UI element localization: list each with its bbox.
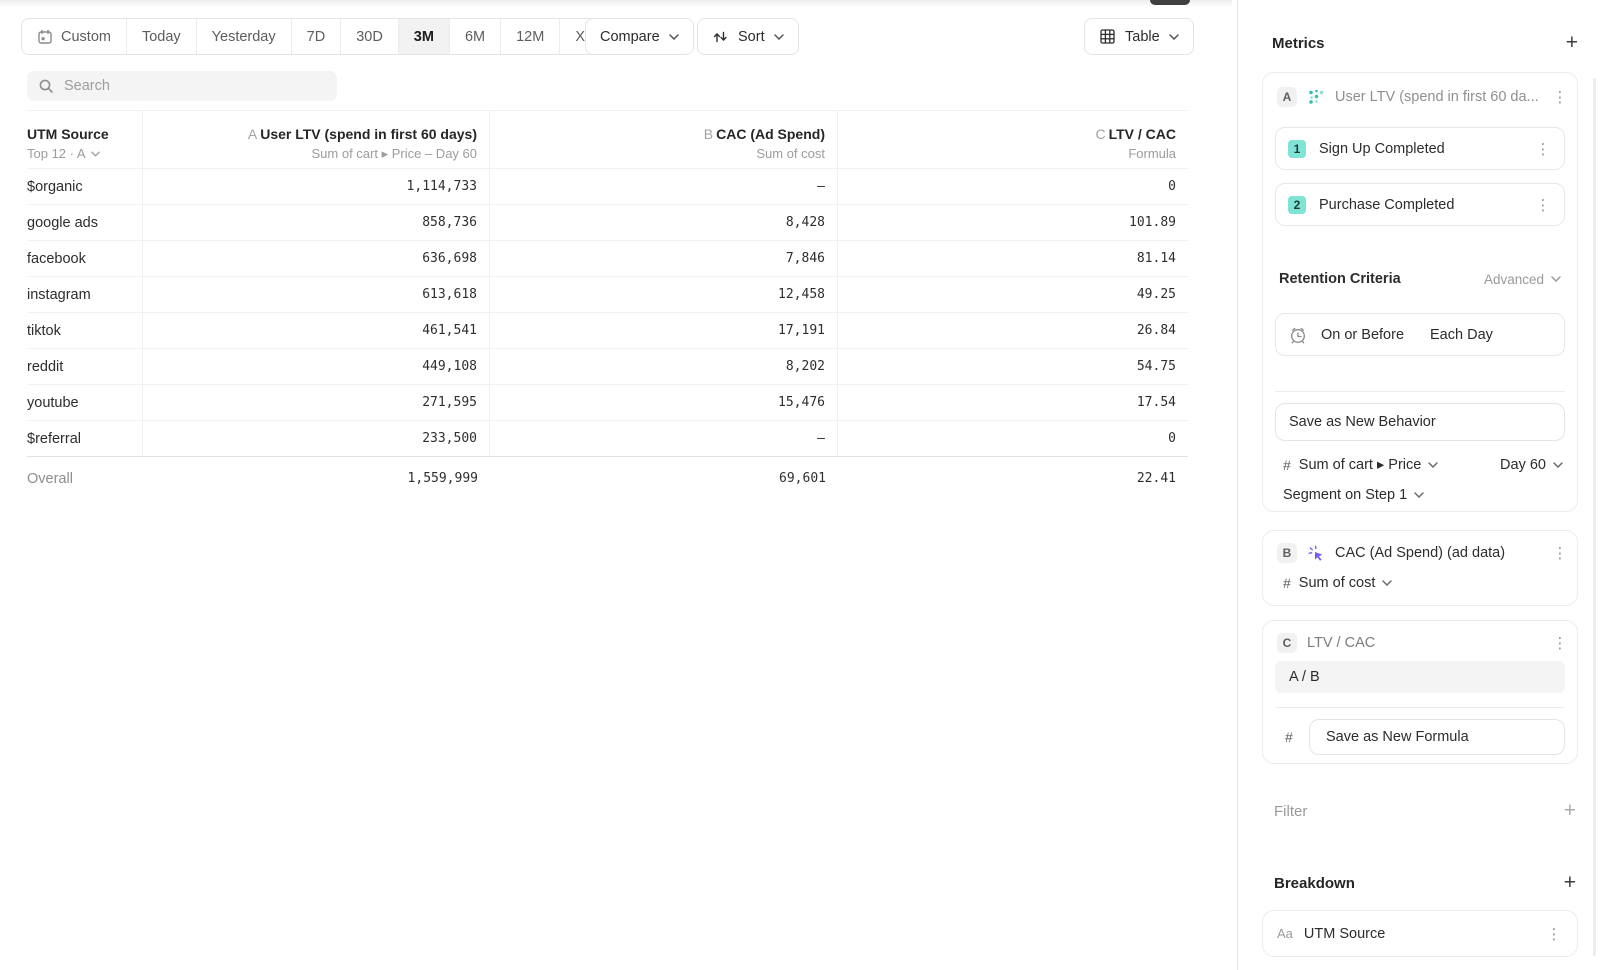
- kebab-menu-icon[interactable]: ⋮: [1534, 140, 1552, 158]
- range-30d[interactable]: 30D: [341, 19, 399, 54]
- number-type-icon: #: [1283, 457, 1291, 473]
- metric-title[interactable]: LTV / CAC: [1307, 635, 1541, 651]
- metric-title[interactable]: User LTV (spend in first 60 da...: [1335, 89, 1541, 105]
- add-breakdown-button[interactable]: +: [1564, 873, 1576, 893]
- range-12m[interactable]: 12M: [501, 19, 560, 54]
- column-header-metric-a[interactable]: AUser LTV (spend in first 60 days) Sum o…: [143, 110, 490, 168]
- table-grid-icon: [1099, 28, 1116, 45]
- retention-criteria-header: Retention Criteria Advanced: [1279, 271, 1561, 287]
- column-header-metric-c[interactable]: CLTV / CAC Formula: [838, 110, 1188, 168]
- metric-key-badge: B: [1277, 543, 1297, 563]
- column-header-metric-b[interactable]: BCAC (Ad Spend) Sum of cost: [490, 110, 838, 168]
- chevron-down-icon: [774, 34, 784, 40]
- chevron-down-icon: [669, 34, 679, 40]
- calendar-icon: [37, 29, 53, 45]
- table-overall-row: Overall 1,559,999 69,601 22.41: [27, 456, 1188, 500]
- metric-key-badge: A: [1277, 87, 1297, 107]
- formula-input[interactable]: A / B: [1275, 661, 1565, 693]
- metrics-title: Metrics: [1272, 35, 1325, 52]
- table-row[interactable]: tiktok 461,541 17,191 26.84: [27, 312, 1188, 348]
- retention-criteria-title: Retention Criteria: [1279, 271, 1401, 287]
- breakdown-property-name: UTM Source: [1304, 926, 1534, 942]
- table-row[interactable]: facebook 636,698 7,846 81.14: [27, 240, 1188, 276]
- alarm-clock-icon: [1288, 325, 1308, 345]
- funnel-step-1[interactable]: 1 Sign Up Completed ⋮: [1275, 127, 1565, 170]
- date-range-selector: Custom Today Yesterday 7D 30D 3M 6M 12M …: [21, 18, 638, 55]
- breakdown-item-utm-source[interactable]: Aa UTM Source ⋮: [1262, 910, 1578, 957]
- add-metric-button[interactable]: +: [1566, 33, 1578, 53]
- kebab-menu-icon[interactable]: ⋮: [1551, 88, 1569, 106]
- property-dropdown[interactable]: Sum of cart ▸ Price: [1299, 457, 1439, 473]
- table-row[interactable]: youtube 271,595 15,476 17.54: [27, 384, 1188, 420]
- column-header-utm-source[interactable]: UTM Source Top 12 · A: [27, 110, 143, 168]
- segment-dropdown[interactable]: Segment on Step 1: [1283, 487, 1424, 503]
- save-as-new-formula-button[interactable]: Save as New Formula: [1309, 719, 1565, 755]
- metric-card-a: A User LTV (spend in first 60 da... ⋮ 1 …: [1262, 72, 1578, 512]
- save-as-new-behavior-button[interactable]: Save as New Behavior: [1275, 403, 1565, 441]
- card-divider: [1275, 391, 1565, 392]
- search-box: [27, 71, 337, 101]
- step-number-badge: 1: [1288, 140, 1306, 158]
- kebab-menu-icon[interactable]: ⋮: [1545, 925, 1563, 943]
- search-icon: [38, 78, 54, 94]
- step-event-name: Sign Up Completed: [1319, 141, 1521, 157]
- criteria-condition[interactable]: On or Before: [1321, 327, 1404, 343]
- range-today[interactable]: Today: [127, 19, 197, 54]
- measurement-property-row: # Sum of cart ▸ Price Day 60: [1283, 457, 1563, 473]
- metric-title[interactable]: CAC (Ad Spend) (ad data): [1335, 545, 1541, 561]
- text-type-icon: Aa: [1277, 926, 1293, 941]
- range-custom[interactable]: Custom: [22, 19, 127, 54]
- step-number-badge: 2: [1288, 196, 1306, 214]
- table-row[interactable]: reddit 449,108 8,202 54.75: [27, 348, 1188, 384]
- compare-button[interactable]: Compare: [585, 18, 694, 55]
- sidebar-scrollbar[interactable]: [1593, 78, 1596, 956]
- results-table: UTM Source Top 12 · A AUser LTV (spend i…: [27, 110, 1188, 500]
- card-divider: [1275, 707, 1565, 708]
- table-row[interactable]: google ads 858,736 8,428 101.89: [27, 204, 1188, 240]
- chevron-down-icon: [1169, 34, 1179, 40]
- breakdown-title: Breakdown: [1274, 875, 1355, 892]
- step-event-name: Purchase Completed: [1319, 197, 1521, 213]
- number-type-icon: #: [1283, 575, 1291, 591]
- range-label: Custom: [61, 29, 111, 45]
- range-7d[interactable]: 7D: [292, 19, 342, 54]
- kebab-menu-icon[interactable]: ⋮: [1534, 196, 1552, 214]
- top-edge-artifact: [1150, 0, 1190, 5]
- property-dropdown[interactable]: Sum of cost: [1299, 575, 1393, 591]
- retention-criteria-row[interactable]: On or Before Each Day: [1275, 313, 1565, 356]
- sidebar-divider: [1237, 0, 1238, 970]
- number-type-icon: #: [1285, 729, 1293, 745]
- filter-section-header: Filter +: [1274, 801, 1576, 821]
- advanced-toggle[interactable]: Advanced: [1484, 272, 1561, 287]
- segment-row: Segment on Step 1: [1283, 487, 1424, 503]
- filter-title: Filter: [1274, 803, 1307, 820]
- view-type-button[interactable]: Table: [1084, 18, 1194, 55]
- search-input[interactable]: [64, 78, 326, 94]
- table-row[interactable]: instagram 613,618 12,458 49.25: [27, 276, 1188, 312]
- range-yesterday[interactable]: Yesterday: [197, 19, 292, 54]
- table-header-row: UTM Source Top 12 · A AUser LTV (spend i…: [27, 110, 1188, 168]
- metric-card-b: B CAC (Ad Spend) (ad data) ⋮ # Sum of co…: [1262, 530, 1578, 606]
- behavior-metric-icon: [1307, 88, 1325, 106]
- add-filter-button[interactable]: +: [1564, 801, 1576, 821]
- range-6m[interactable]: 6M: [450, 19, 501, 54]
- range-3m[interactable]: 3M: [399, 19, 450, 54]
- metrics-section-header: Metrics +: [1272, 33, 1578, 53]
- event-click-icon: [1307, 544, 1325, 562]
- funnel-step-2[interactable]: 2 Purchase Completed ⋮: [1275, 183, 1565, 226]
- metric-card-c: C LTV / CAC ⋮ A / B # Save as New Formul…: [1262, 620, 1578, 764]
- sort-arrows-icon: [712, 29, 729, 45]
- breakdown-section-header: Breakdown +: [1274, 873, 1576, 893]
- sort-button[interactable]: Sort: [697, 18, 799, 55]
- kebab-menu-icon[interactable]: ⋮: [1551, 544, 1569, 562]
- window-dropdown[interactable]: Day 60: [1500, 457, 1563, 473]
- criteria-frequency[interactable]: Each Day: [1430, 327, 1493, 343]
- measurement-property-row: # Sum of cost: [1283, 575, 1392, 591]
- table-row[interactable]: $organic 1,114,733 – 0: [27, 168, 1188, 204]
- table-row[interactable]: $referral 233,500 – 0: [27, 420, 1188, 456]
- top-scroll-shade: [0, 0, 1232, 7]
- metric-key-badge: C: [1277, 633, 1297, 653]
- chevron-down-icon[interactable]: [91, 151, 100, 157]
- kebab-menu-icon[interactable]: ⋮: [1551, 634, 1569, 652]
